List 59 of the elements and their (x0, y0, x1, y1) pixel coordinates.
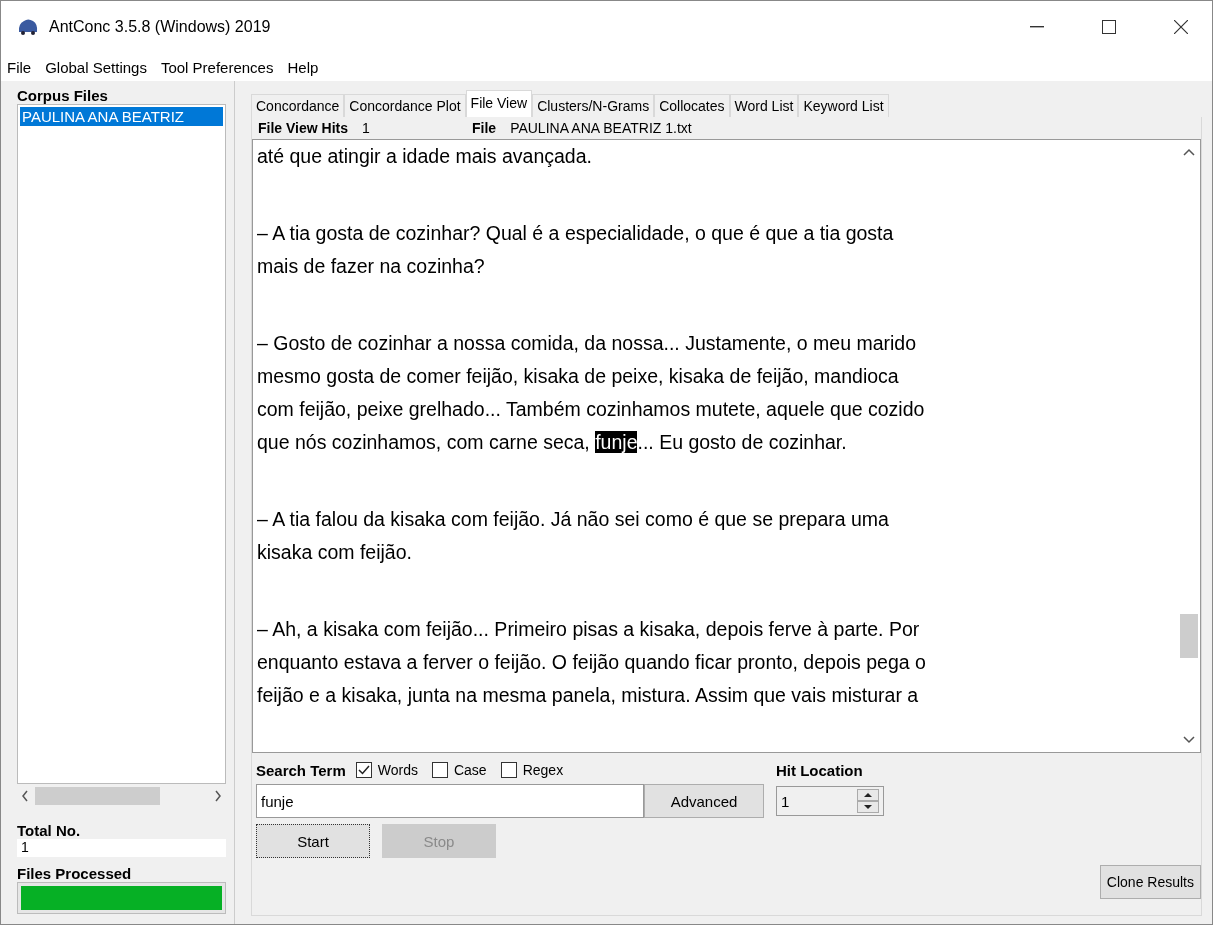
option-label: Regex (522, 762, 564, 778)
text-line: – Gosto de cozinhar a nossa comida, da nossa... Justamente, o meu marido (257, 331, 918, 356)
tab[interactable]: File View (465, 90, 533, 117)
window-title: AntConc 3.5.8 (Windows) 2019 (49, 18, 272, 36)
file-label: File (472, 120, 497, 136)
text-line: até que atingir a idade mais avançada. (257, 144, 593, 169)
hits-value: 1 (362, 120, 371, 136)
text-line: enquanto estava a ferver o feijão. O feijão quando ficar pronto, depois pega o (257, 650, 927, 675)
text-line: kisaka com feijão. (257, 540, 413, 565)
menu-item[interactable]: Global Settings (45, 58, 147, 76)
total-label: Total No. (17, 822, 82, 839)
scroll-right-icon[interactable] (214, 790, 222, 802)
menu-item[interactable]: File (7, 58, 32, 76)
hit-location-label: Hit Location (776, 761, 863, 779)
menu-item[interactable]: Tool Preferences (160, 58, 274, 76)
search-field[interactable]: funje (256, 784, 644, 818)
hit-location-spinner[interactable]: 1 (776, 786, 884, 816)
clone-results-button[interactable]: Clone Results (1099, 865, 1201, 899)
maximize-icon[interactable] (1102, 20, 1116, 34)
hits-label: File View Hits (258, 120, 348, 136)
option-label: Words (377, 762, 418, 778)
text-line: – A tia falou da kisaka com feijão. Já não sei como é que se prepara uma (257, 507, 890, 532)
search-hit: funje (595, 431, 638, 453)
option-label: Case (453, 762, 487, 778)
text-line: – A tia gosta de cozinhar? Qual é a especialidade, o que é que a tia gosta (257, 221, 895, 246)
tab[interactable]: Keyword List (798, 94, 889, 117)
total-value: 1 (17, 839, 226, 857)
passage-text: ... Eu gosto de cozinhar. (637, 431, 847, 453)
checkbox[interactable] (500, 762, 517, 778)
tab[interactable]: Word List (729, 94, 799, 117)
files-processed-label: Files Processed (17, 865, 133, 882)
corpus-file-item[interactable]: PAULINA ANA BEATRIZ (20, 107, 223, 126)
minimize-icon[interactable] (1030, 26, 1044, 28)
app-logo-icon (17, 18, 39, 36)
scrollbar-thumb[interactable] (1180, 614, 1198, 658)
text-line: com feijão, peixe grelhado... Também cozinhamos mutete, aquele que cozido (257, 397, 926, 422)
scroll-down-icon[interactable] (1183, 736, 1195, 744)
passage-text: que nós cozinhamos, com carne seca, (257, 431, 591, 453)
tab[interactable]: Concordance Plot (344, 94, 466, 117)
file-name: PAULINA ANA BEATRIZ 1.txt (510, 120, 692, 136)
text-line: mesmo gosta de comer feijão, kisaka de peixe, kisaka de feijão, mandioca (257, 364, 900, 389)
spinner-arrows-icon[interactable] (857, 789, 879, 813)
checkbox[interactable] (431, 762, 448, 778)
checkbox[interactable] (355, 762, 372, 778)
corpus-files-label: Corpus Files (17, 87, 109, 104)
menu-item[interactable]: Help (287, 58, 319, 76)
text-line: – Ah, a kisaka com feijão... Primeiro pisas a kisaka, depois ferve à parte. Por (257, 617, 921, 642)
text-line: feijão e a kisaka, junta na mesma panela, mistura. Assim que vais misturar a (257, 683, 920, 708)
close-icon[interactable] (1174, 20, 1188, 34)
start-button[interactable]: Start (256, 824, 370, 858)
tab[interactable]: Collocates (654, 94, 730, 117)
tab[interactable]: Concordance (251, 94, 345, 117)
scroll-left-icon[interactable] (21, 790, 29, 802)
scrollbar-thumb[interactable] (35, 787, 160, 805)
search-term-label: Search Term (256, 761, 346, 779)
text-line: mais de fazer na cozinha? (257, 254, 486, 279)
tab[interactable]: Clusters/N-Grams (532, 94, 655, 117)
advanced-button[interactable]: Advanced (644, 784, 764, 818)
scroll-up-icon[interactable] (1183, 148, 1195, 156)
